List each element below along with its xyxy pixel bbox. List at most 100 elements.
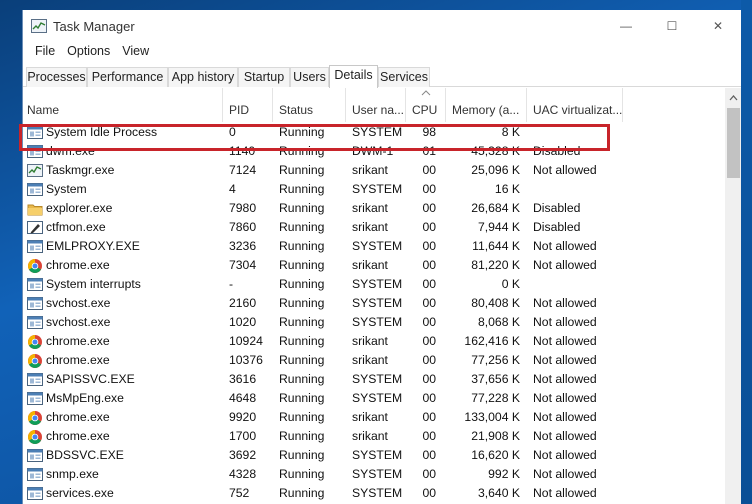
close-button[interactable]: ✕ xyxy=(695,10,741,42)
process-name: chrome.exe xyxy=(46,429,110,443)
cell-uac: Disabled xyxy=(533,201,581,215)
cell-pid: 10376 xyxy=(229,353,263,367)
table-row[interactable]: ctfmon.exe 7860 Running srikant 00 7,944 K Dis… xyxy=(23,218,725,237)
details-panel: Name PID Status User na... CPU Memory (a… xyxy=(19,88,752,504)
cell-status: Running xyxy=(279,410,325,424)
cell-cpu: 00 xyxy=(422,163,436,177)
process-name: ctfmon.exe xyxy=(46,220,106,234)
cell-user: srikant xyxy=(352,334,388,348)
cell-pid: 3692 xyxy=(229,448,257,462)
cell-cpu: 00 xyxy=(422,277,436,291)
table-row[interactable]: chrome.exe 7304 Running srikant 00 81,220 K No… xyxy=(23,256,725,275)
cell-user: SYSTEM xyxy=(352,182,403,196)
table-row[interactable]: svchost.exe 1020 Running SYSTEM 00 8,068 K Not… xyxy=(23,313,725,332)
tab-details[interactable]: Details xyxy=(329,65,378,88)
column-header-user-name[interactable]: User na... xyxy=(346,88,406,122)
cell-status: Running xyxy=(279,448,325,462)
vertical-scrollbar[interactable] xyxy=(725,88,742,504)
table-row[interactable]: System interrupts - Running SYSTEM 00 0 K xyxy=(23,275,725,294)
cell-cpu: 00 xyxy=(422,220,436,234)
process-name-cell: System xyxy=(23,180,223,199)
cell-cpu: 00 xyxy=(422,486,436,500)
menu-file[interactable]: File xyxy=(29,42,61,62)
cell-pid: 4648 xyxy=(229,391,257,405)
cell-user: SYSTEM xyxy=(352,467,403,481)
tab-startup[interactable]: Startup xyxy=(238,67,290,87)
table-row[interactable]: svchost.exe 2160 Running SYSTEM 00 80,408 K No… xyxy=(23,294,725,313)
cell-uac: Not allowed xyxy=(533,334,597,348)
cell-pid: 1020 xyxy=(229,315,257,329)
table-row[interactable]: Taskmgr.exe 7124 Running srikant 00 25,096 K N… xyxy=(23,161,725,180)
column-header-memory[interactable]: Memory (a... xyxy=(446,88,527,122)
tab-users[interactable]: Users xyxy=(290,67,329,87)
tab-processes[interactable]: Processes xyxy=(26,67,87,87)
table-row[interactable]: explorer.exe 7980 Running srikant 00 26,684 K… xyxy=(23,199,725,218)
cell-pid: - xyxy=(229,277,234,291)
table-row[interactable]: EMLPROXY.EXE 3236 Running SYSTEM 00 11,644 K N… xyxy=(23,237,725,256)
table-row[interactable]: services.exe 752 Running SYSTEM 00 3,640 K Not… xyxy=(23,484,725,503)
cell-mem: 80,408 K xyxy=(471,296,520,310)
window-icon xyxy=(27,468,43,481)
chrome-icon xyxy=(28,354,42,368)
window-icon xyxy=(27,392,43,405)
table-row[interactable]: chrome.exe 10376 Running srikant 00 77,256 K N… xyxy=(23,351,725,370)
tab-performance[interactable]: Performance xyxy=(87,67,168,87)
cell-pid: 3236 xyxy=(229,239,257,253)
menu-options[interactable]: Options xyxy=(61,42,116,62)
cell-cpu: 00 xyxy=(422,182,436,196)
column-header-cpu[interactable]: CPU xyxy=(406,88,446,122)
cell-mem: 16 K xyxy=(494,182,520,196)
table-row[interactable]: chrome.exe 1700 Running srikant 00 21,908 K No… xyxy=(23,427,725,446)
task-manager-window: Task Manager — ☐ ✕ File Options View Pro… xyxy=(19,10,752,504)
window-icon xyxy=(27,183,43,196)
cell-user: SYSTEM xyxy=(352,315,403,329)
process-name-cell: chrome.exe xyxy=(23,332,223,351)
minimize-button[interactable]: — xyxy=(603,10,649,42)
tab-app-history[interactable]: App history xyxy=(168,67,238,87)
column-header-pid[interactable]: PID xyxy=(223,88,273,122)
cell-uac: Not allowed xyxy=(533,372,597,386)
cell-mem: 3,640 K xyxy=(477,486,520,500)
cell-cpu: 00 xyxy=(422,429,436,443)
taskmgr-icon xyxy=(27,164,43,177)
maximize-button[interactable]: ☐ xyxy=(649,10,695,42)
process-name-cell: EMLPROXY.EXE xyxy=(23,237,223,256)
table-row[interactable]: chrome.exe 10924 Running srikant 00 162,416 K… xyxy=(23,332,725,351)
folder-icon xyxy=(27,204,43,216)
cell-status: Running xyxy=(279,201,325,215)
cell-pid: 10924 xyxy=(229,334,263,348)
table-row[interactable]: chrome.exe 9920 Running srikant 00 133,004 K N… xyxy=(23,408,725,427)
maximize-icon: ☐ xyxy=(666,19,678,33)
process-name-cell: chrome.exe xyxy=(23,408,223,427)
table-row[interactable]: MsMpEng.exe 4648 Running SYSTEM 00 77,228 K No… xyxy=(23,389,725,408)
title-bar[interactable]: Task Manager — ☐ ✕ xyxy=(23,10,752,42)
cell-cpu: 00 xyxy=(422,410,436,424)
cell-cpu: 00 xyxy=(422,448,436,462)
cell-status: Running xyxy=(279,372,325,386)
chrome-icon xyxy=(28,335,42,349)
highlight-annotation xyxy=(19,124,610,151)
cell-uac: Not allowed xyxy=(533,486,597,500)
cell-pid: 4328 xyxy=(229,467,257,481)
process-name-cell: services.exe xyxy=(23,484,223,503)
menu-view[interactable]: View xyxy=(116,42,155,62)
table-row[interactable]: BDSSVC.EXE 3692 Running SYSTEM 00 16,620 K Not… xyxy=(23,446,725,465)
column-header-uac[interactable]: UAC virtualizat... xyxy=(527,88,623,122)
cell-uac: Not allowed xyxy=(533,410,597,424)
cell-uac: Not allowed xyxy=(533,258,597,272)
column-header-status[interactable]: Status xyxy=(273,88,346,122)
cell-status: Running xyxy=(279,467,325,481)
process-name-cell: chrome.exe xyxy=(23,351,223,370)
cell-uac: Not allowed xyxy=(533,296,597,310)
column-header-name[interactable]: Name xyxy=(23,88,223,122)
scroll-thumb[interactable] xyxy=(727,108,740,178)
cell-mem: 77,256 K xyxy=(471,353,520,367)
table-row[interactable]: SAPISSVC.EXE 3616 Running SYSTEM 00 37,656 K N… xyxy=(23,370,725,389)
column-header-row: Name PID Status User na... CPU Memory (a… xyxy=(23,88,725,122)
cell-uac: Not allowed xyxy=(533,353,597,367)
cell-status: Running xyxy=(279,391,325,405)
scroll-up-button[interactable] xyxy=(725,90,742,106)
table-row[interactable]: System 4 Running SYSTEM 00 16 K xyxy=(23,180,725,199)
table-row[interactable]: snmp.exe 4328 Running SYSTEM 00 992 K Not allo… xyxy=(23,465,725,484)
tab-services[interactable]: Services xyxy=(378,67,430,87)
